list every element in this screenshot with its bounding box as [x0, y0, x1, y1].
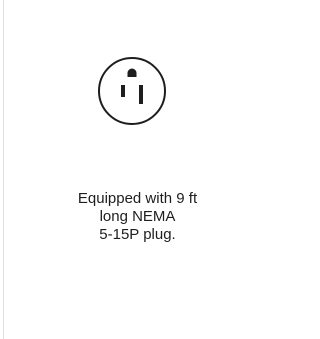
card-divider [3, 0, 4, 339]
caption-line: Equipped with 9 ft [77, 190, 198, 207]
feature-caption: Equipped with 9 ft long NEMA 5-15P plug. [50, 190, 225, 244]
caption-line: long NEMA [99, 208, 176, 225]
feature-card: Equipped with 9 ft long NEMA 5-15P plug. [0, 0, 258, 339]
caption-line: 5-15P plug. [99, 226, 176, 243]
nema-5-15-outlet-icon [98, 57, 166, 125]
